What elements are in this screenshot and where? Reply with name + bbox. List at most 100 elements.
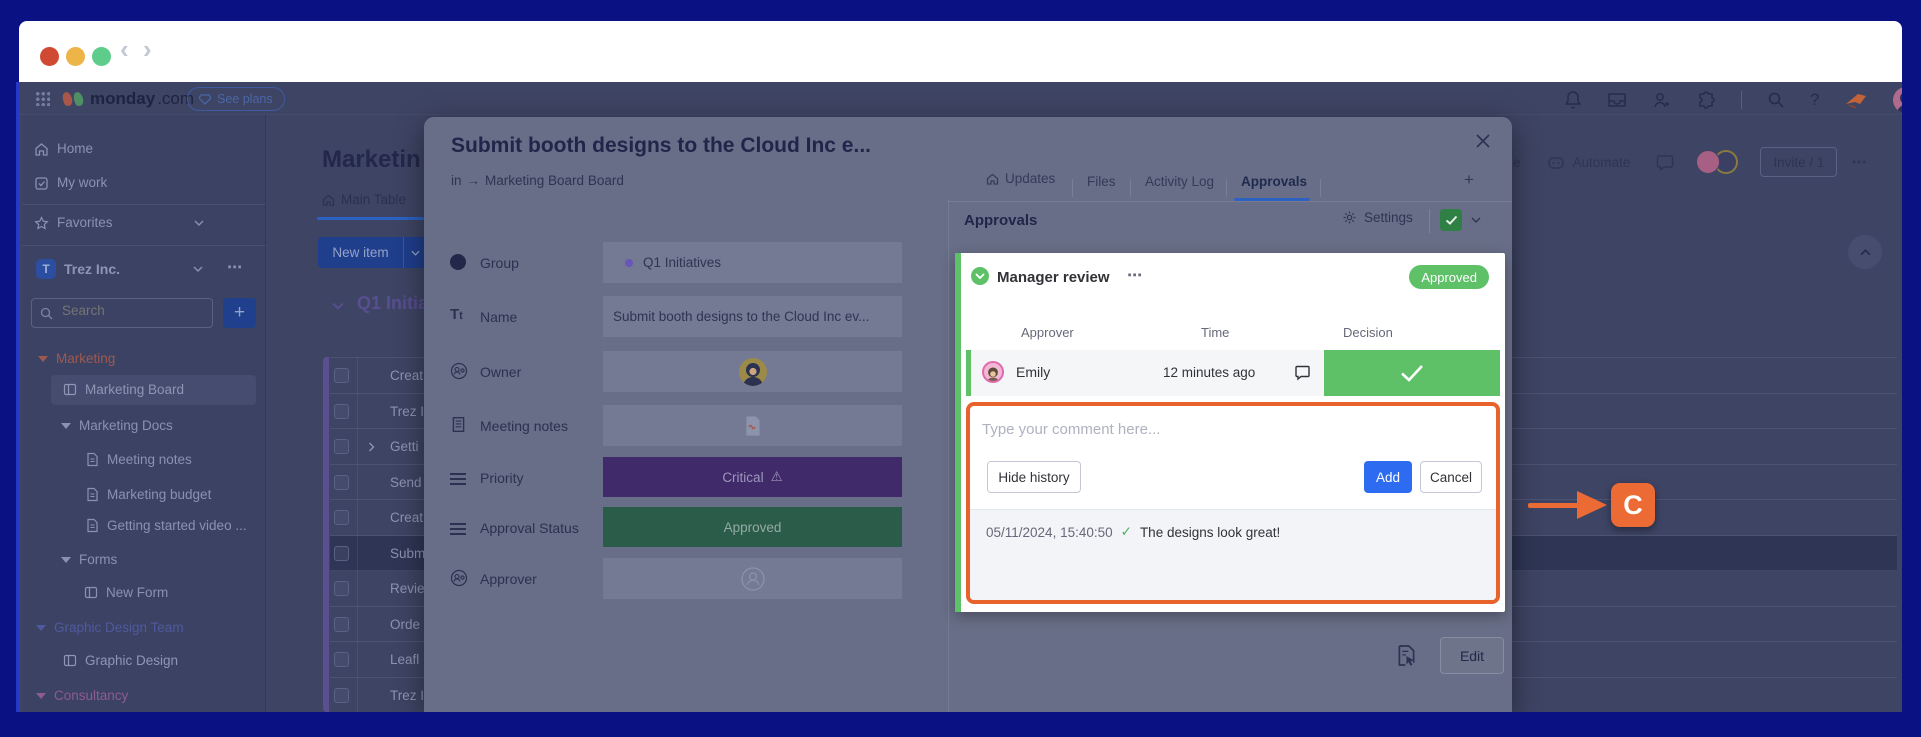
integrate-button-partial[interactable]: e bbox=[1513, 155, 1521, 170]
sidebar-item-graphic-design[interactable]: Graphic Design bbox=[63, 653, 178, 668]
add-button[interactable]: Add bbox=[1364, 461, 1412, 493]
sidebar-item-forms[interactable]: Forms bbox=[61, 552, 117, 567]
tab-main-table[interactable]: Main Table bbox=[322, 192, 406, 207]
meeting-notes-value-cell[interactable] bbox=[603, 405, 902, 446]
close-icon[interactable] bbox=[1475, 133, 1491, 149]
tab-updates[interactable]: Updates bbox=[986, 171, 1055, 186]
apps-grid-icon[interactable] bbox=[35, 91, 50, 106]
owner-value-cell[interactable] bbox=[603, 351, 902, 392]
approval-status-value-cell[interactable]: Approved bbox=[603, 507, 902, 547]
chat-bubble-icon[interactable] bbox=[1656, 154, 1674, 171]
edit-button[interactable]: Edit bbox=[1440, 637, 1504, 674]
window-maximize-button[interactable] bbox=[92, 47, 111, 66]
review-menu-icon[interactable]: ⋯ bbox=[1127, 266, 1144, 284]
sidebar-search[interactable] bbox=[31, 298, 213, 328]
decision-approved-cell[interactable] bbox=[1324, 350, 1500, 396]
row-checkbox[interactable] bbox=[334, 475, 349, 490]
sidebar-workspace-graphic-design-team[interactable]: Graphic Design Team bbox=[36, 620, 184, 635]
sidebar-item-my-work[interactable]: My work bbox=[34, 175, 107, 190]
row-checkbox[interactable] bbox=[334, 617, 349, 632]
comment-input[interactable] bbox=[980, 414, 1420, 444]
hide-history-button[interactable]: Hide history bbox=[987, 461, 1081, 493]
sidebar-item-marketing-board[interactable]: Marketing Board bbox=[63, 382, 184, 397]
workspace-avatar: T bbox=[36, 259, 56, 279]
group-collapse-chevron-icon[interactable] bbox=[332, 302, 344, 310]
browser-back-icon[interactable]: ‹ bbox=[120, 36, 129, 62]
browser-forward-icon[interactable]: › bbox=[143, 36, 152, 62]
chevron-down-icon[interactable] bbox=[194, 220, 204, 226]
breadcrumb-board-link[interactable]: Marketing Board Board bbox=[485, 173, 624, 188]
user-avatar[interactable] bbox=[1893, 87, 1902, 113]
search-icon[interactable] bbox=[1767, 91, 1785, 109]
new-item-button[interactable]: New item bbox=[318, 237, 427, 268]
group-title[interactable]: Q1 Initia bbox=[357, 293, 425, 314]
help-icon[interactable]: ? bbox=[1810, 90, 1819, 110]
row-checkbox[interactable] bbox=[334, 510, 349, 525]
invite-button[interactable]: Invite / 1 bbox=[1760, 147, 1837, 177]
sidebar-item-getting-started[interactable]: Getting started video ... bbox=[86, 518, 247, 533]
history-check-icon: ✓ bbox=[1121, 524, 1132, 540]
expand-chevron-icon[interactable] bbox=[368, 442, 375, 452]
name-value-cell[interactable]: Submit booth designs to the Cloud Inc ev… bbox=[603, 296, 902, 337]
sidebar-workspace-consultancy[interactable]: Consultancy bbox=[36, 688, 128, 703]
chevron-down-icon[interactable] bbox=[411, 250, 420, 256]
sidebar-workspace-marketing[interactable]: Marketing bbox=[38, 351, 115, 366]
add-board-button[interactable]: + bbox=[223, 298, 256, 328]
tab-approvals-active[interactable]: Approvals bbox=[1241, 174, 1307, 189]
row-checkbox[interactable] bbox=[334, 688, 349, 703]
monday-logo[interactable]: monday.com bbox=[63, 89, 194, 109]
board-menu-icon[interactable]: ⋯ bbox=[1851, 153, 1868, 171]
window-close-button[interactable] bbox=[40, 47, 59, 66]
cancel-button[interactable]: Cancel bbox=[1420, 461, 1482, 493]
approver-value-cell[interactable] bbox=[603, 558, 902, 599]
workspace-menu-icon[interactable]: ⋯ bbox=[227, 258, 244, 276]
row-checkbox[interactable] bbox=[334, 404, 349, 419]
field-label: Group bbox=[480, 255, 519, 271]
collapse-review-button[interactable] bbox=[971, 267, 989, 285]
row-checkbox[interactable] bbox=[334, 546, 349, 561]
search-icon bbox=[40, 307, 53, 320]
priority-value-cell[interactable]: Critical ⚠ bbox=[603, 457, 902, 497]
row-checkbox[interactable] bbox=[334, 368, 349, 383]
upgrade-rocket-icon[interactable] bbox=[1844, 90, 1868, 110]
group-value-cell[interactable]: Q1 Initiatives bbox=[603, 242, 902, 283]
apps-marketplace-icon[interactable] bbox=[1697, 91, 1716, 110]
automate-button[interactable]: Automate bbox=[1573, 155, 1631, 170]
approval-status-selector[interactable] bbox=[1440, 209, 1462, 231]
scroll-top-button[interactable] bbox=[1848, 235, 1882, 269]
row-status-bar bbox=[966, 350, 971, 396]
sidebar-item-favorites[interactable]: Favorites bbox=[34, 215, 113, 230]
plus-icon: + bbox=[234, 302, 245, 324]
add-tab-button[interactable]: + bbox=[1464, 170, 1474, 190]
search-input[interactable] bbox=[60, 302, 200, 319]
row-label: Revie bbox=[390, 581, 425, 596]
comment-bubble-icon[interactable] bbox=[1294, 364, 1311, 381]
group-color-bar bbox=[323, 357, 329, 712]
approvals-settings-button[interactable]: Settings bbox=[1342, 210, 1413, 225]
tab-activity-log[interactable]: Activity Log bbox=[1145, 174, 1214, 189]
sidebar-item-label: Consultancy bbox=[54, 688, 128, 703]
warning-icon: ⚠ bbox=[771, 469, 783, 485]
sidebar-item-meeting-notes[interactable]: Meeting notes bbox=[86, 452, 192, 467]
approver-row[interactable]: Emily 12 minutes ago bbox=[966, 350, 1500, 396]
home-icon bbox=[34, 142, 49, 156]
row-checkbox[interactable] bbox=[334, 439, 349, 454]
sidebar-item-home[interactable]: Home bbox=[34, 141, 93, 156]
sidebar-item-new-form[interactable]: New Form bbox=[84, 585, 168, 600]
window-minimize-button[interactable] bbox=[66, 47, 85, 66]
notifications-bell-icon[interactable] bbox=[1564, 90, 1582, 110]
row-checkbox[interactable] bbox=[334, 652, 349, 667]
inbox-icon[interactable] bbox=[1607, 91, 1627, 109]
tab-files[interactable]: Files bbox=[1087, 174, 1116, 189]
logo-shape-red bbox=[61, 91, 74, 107]
see-plans-button[interactable]: See plans bbox=[187, 87, 285, 111]
row-checkbox[interactable] bbox=[334, 581, 349, 596]
chevron-down-icon[interactable] bbox=[193, 266, 203, 272]
workspace-switcher[interactable]: T Trez Inc. bbox=[36, 259, 120, 279]
sidebar-item-marketing-docs[interactable]: Marketing Docs bbox=[61, 418, 173, 433]
sidebar-item-marketing-budget[interactable]: Marketing budget bbox=[86, 487, 211, 502]
annotation-arrow-line bbox=[1528, 503, 1580, 508]
invite-members-icon[interactable] bbox=[1652, 91, 1672, 110]
chevron-down-icon[interactable] bbox=[1471, 217, 1481, 223]
item-card-icon[interactable] bbox=[1397, 644, 1416, 667]
